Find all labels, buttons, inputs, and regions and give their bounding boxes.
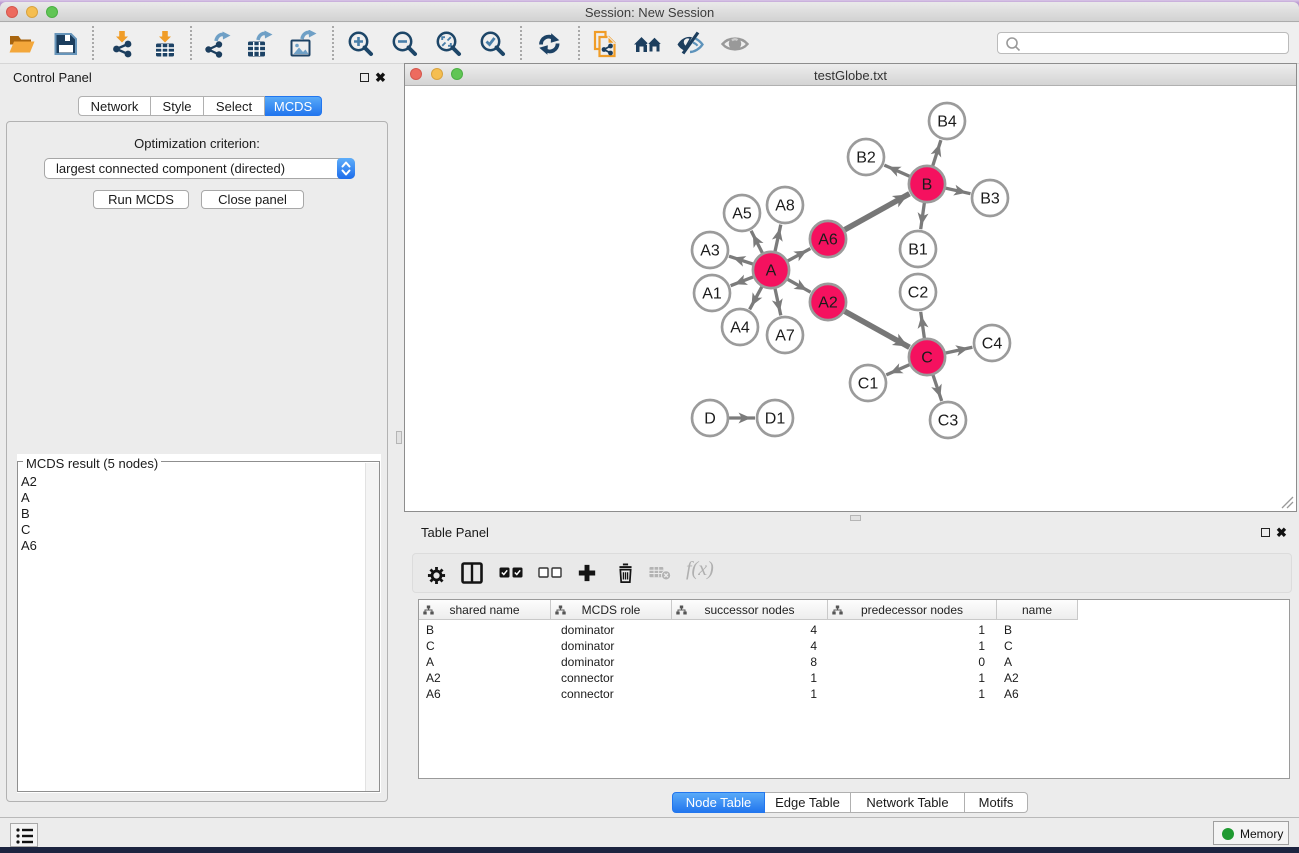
svg-text:A3: A3: [700, 243, 720, 260]
svg-text:A1: A1: [702, 286, 722, 303]
svg-text:A6: A6: [818, 232, 838, 249]
svg-text:A: A: [766, 263, 777, 280]
svg-text:B4: B4: [937, 114, 957, 131]
svg-text:C1: C1: [858, 376, 879, 393]
svg-text:C3: C3: [938, 413, 959, 430]
svg-text:C2: C2: [908, 285, 929, 302]
svg-text:B3: B3: [980, 191, 1000, 208]
svg-text:C: C: [921, 350, 933, 367]
svg-text:C4: C4: [982, 336, 1003, 353]
svg-text:A4: A4: [730, 320, 750, 337]
svg-text:D1: D1: [765, 411, 786, 428]
svg-text:A8: A8: [775, 198, 795, 215]
svg-text:B1: B1: [908, 242, 928, 259]
svg-text:B: B: [922, 177, 933, 194]
svg-text:A2: A2: [818, 295, 838, 312]
svg-text:B2: B2: [856, 150, 876, 167]
svg-text:A7: A7: [775, 328, 795, 345]
svg-text:D: D: [704, 411, 716, 428]
svg-text:A5: A5: [732, 206, 752, 223]
